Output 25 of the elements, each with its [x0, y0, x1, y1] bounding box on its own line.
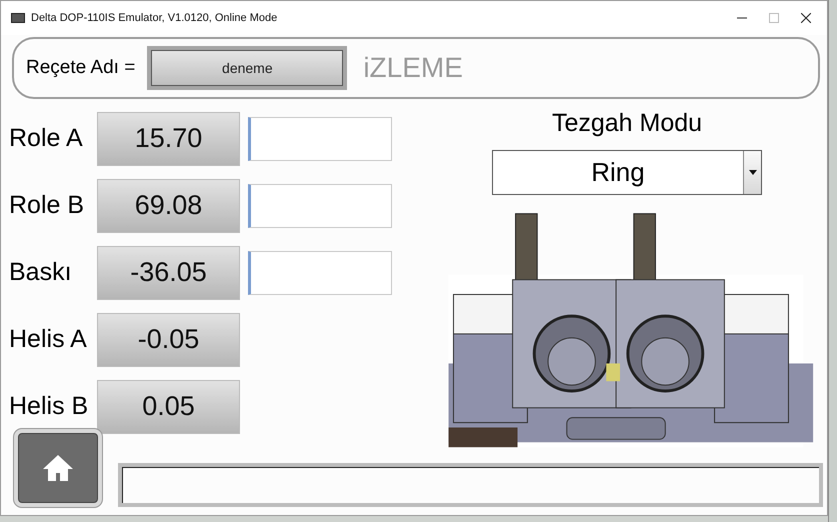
recipe-label: Reçete Adı = [26, 57, 136, 79]
reading-label: Helis B [8, 392, 90, 421]
input-field[interactable] [248, 184, 392, 228]
value-button[interactable]: 15.70 [97, 112, 240, 166]
close-icon[interactable] [801, 13, 811, 23]
value-button[interactable]: 0.05 [97, 380, 240, 434]
mode-title: Tezgah Modu [552, 109, 702, 138]
caret-icon [748, 170, 756, 175]
input-field[interactable] [248, 116, 392, 160]
reading-label: Helis A [8, 325, 88, 354]
app-icon [11, 13, 25, 23]
message-field[interactable] [118, 463, 823, 507]
recipe-name-button[interactable]: deneme [147, 46, 348, 90]
mode-dropdown[interactable]: Ring [492, 150, 762, 195]
value-button[interactable]: 69.08 [97, 178, 240, 232]
reading-label: Baskı [8, 258, 73, 287]
value-button[interactable]: -36.05 [97, 246, 240, 300]
reading-label: Role B [8, 191, 86, 220]
input-field[interactable] [248, 250, 392, 294]
window-title: Delta DOP-110IS Emulator, V1.0120, Online Mode [31, 12, 278, 24]
value-button[interactable]: -0.05 [97, 312, 240, 366]
reading-label: Role A [8, 124, 84, 153]
home-button[interactable] [14, 429, 102, 507]
screen-title: iZLEME [363, 52, 463, 84]
home-icon [41, 453, 75, 483]
